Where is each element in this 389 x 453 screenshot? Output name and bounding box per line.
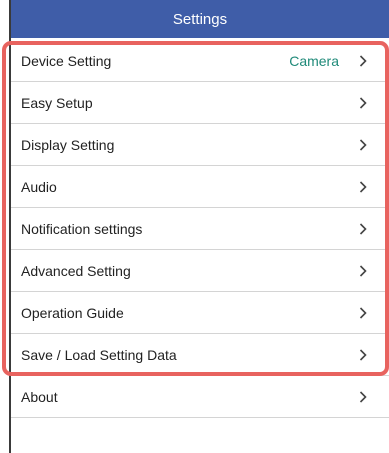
settings-item-easy-setup[interactable]: Easy Setup	[11, 82, 389, 124]
settings-item-audio[interactable]: Audio	[11, 166, 389, 208]
settings-item-device-setting[interactable]: Device Setting Camera	[11, 40, 389, 82]
settings-item-label: Device Setting	[21, 52, 112, 69]
settings-item-label: Audio	[21, 178, 57, 195]
chevron-right-icon	[353, 51, 373, 71]
settings-item-notification-settings[interactable]: Notification settings	[11, 208, 389, 250]
settings-item-display-setting[interactable]: Display Setting	[11, 124, 389, 166]
chevron-right-icon	[353, 303, 373, 323]
chevron-right-icon	[353, 177, 373, 197]
chevron-right-icon	[353, 387, 373, 407]
page-title: Settings	[172, 10, 228, 28]
settings-item-label: Operation Guide	[21, 304, 124, 321]
header-bar: Settings	[11, 0, 389, 38]
settings-item-advanced-setting[interactable]: Advanced Setting	[11, 250, 389, 292]
settings-item-label: Notification settings	[21, 220, 143, 237]
settings-item-label: Display Setting	[21, 136, 115, 153]
settings-list: Device Setting Camera Easy Setup Display…	[11, 40, 389, 418]
chevron-right-icon	[353, 135, 373, 155]
settings-item-about[interactable]: About	[11, 376, 389, 418]
chevron-right-icon	[353, 261, 373, 281]
settings-item-operation-guide[interactable]: Operation Guide	[11, 292, 389, 334]
settings-screen: Settings Device Setting Camera Easy Setu…	[0, 0, 389, 453]
settings-item-label: Easy Setup	[21, 94, 93, 111]
settings-item-label: About	[21, 388, 58, 405]
settings-item-label: Save / Load Setting Data	[21, 346, 177, 363]
settings-item-label: Advanced Setting	[21, 262, 131, 279]
settings-item-save-load-setting-data[interactable]: Save / Load Setting Data	[11, 334, 389, 376]
chevron-right-icon	[353, 93, 373, 113]
device-setting-value: Camera	[289, 52, 339, 69]
chevron-right-icon	[353, 219, 373, 239]
chevron-right-icon	[353, 345, 373, 365]
